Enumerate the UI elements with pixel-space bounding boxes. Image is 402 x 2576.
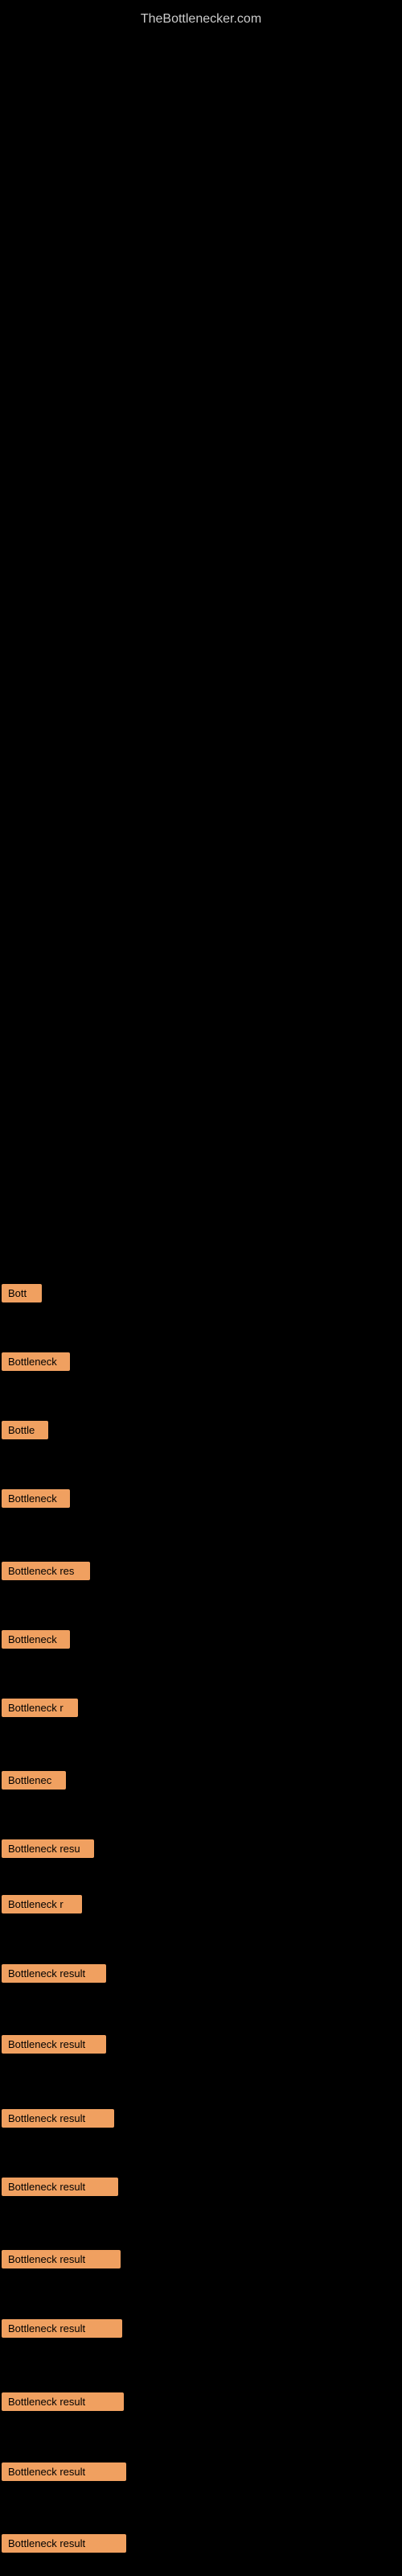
bottleneck-result-item: Bottleneck result <box>2 2178 118 2196</box>
bottleneck-result-item: Bottleneck r <box>2 1895 82 1913</box>
bottleneck-result-item: Bottleneck result <box>2 2250 121 2268</box>
bottleneck-result-item: Bottleneck resu <box>2 1839 94 1858</box>
bottleneck-result-item: Bottleneck <box>2 1489 70 1508</box>
bottleneck-result-item: Bottleneck result <box>2 1964 106 1983</box>
bottleneck-result-item: Bottleneck result <box>2 2109 114 2128</box>
bottleneck-result-item: Bottleneck result <box>2 2534 126 2553</box>
bottleneck-result-item: Bottleneck <box>2 1630 70 1649</box>
bottleneck-result-item: Bottleneck result <box>2 2462 126 2481</box>
bottleneck-result-item: Bottlenec <box>2 1771 66 1790</box>
bottleneck-result-item: Bottle <box>2 1421 48 1439</box>
site-title: TheBottlenecker.com <box>0 4 402 35</box>
bottleneck-result-item: Bott <box>2 1284 42 1302</box>
bottleneck-result-item: Bottleneck res <box>2 1562 90 1580</box>
bottleneck-result-item: Bottleneck r <box>2 1699 78 1717</box>
bottleneck-result-item: Bottleneck result <box>2 2319 122 2338</box>
bottleneck-result-item: Bottleneck result <box>2 2035 106 2054</box>
bottleneck-result-item: Bottleneck result <box>2 2392 124 2411</box>
bottleneck-result-item: Bottleneck <box>2 1352 70 1371</box>
